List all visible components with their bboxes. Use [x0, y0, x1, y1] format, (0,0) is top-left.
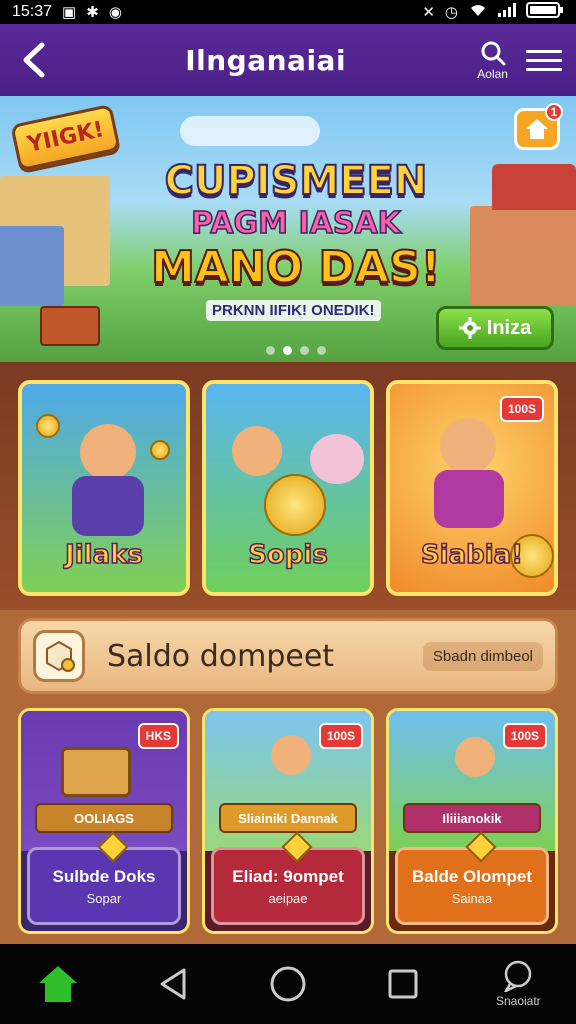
assistant-label: Snaoiatr [495, 994, 541, 1008]
character-illustration [232, 426, 282, 476]
gear-icon [458, 317, 481, 339]
wallet-cards-section: HKS OOLIAGS Sulbde Doks Sopar 100S Sliai… [0, 700, 576, 944]
alarm-icon: ◷ [444, 4, 458, 21]
status-bar: 15:37 ▣ ✱ ◉ ✕ ◷ [0, 0, 576, 24]
wallet-card-chip: 100S [502, 723, 547, 749]
status-time: 15:37 [12, 3, 53, 20]
hero-title-line1: CUPISMEEN [164, 157, 429, 205]
wallet-card-title: Balde Olompet [412, 866, 532, 886]
wallet-card-chip: 100S [318, 723, 363, 749]
image-notification-icon: ▣ [62, 4, 77, 21]
search-label: Aolan [477, 67, 508, 81]
page-title: Ilnganaiai [185, 43, 347, 77]
wallet-balance-bar[interactable]: Saldo dompeet Sbadn dimbeol [18, 618, 558, 694]
signal-icon [498, 3, 516, 21]
wallet-card-title: Sulbde Doks [52, 866, 156, 886]
wallet-card-ribbon: Sliainiki Dannak [219, 803, 357, 833]
game-card-3[interactable]: 100S Siabia! [386, 380, 558, 596]
wallet-card-ribbon: Iliiianokik [403, 803, 541, 833]
battery-icon [526, 2, 564, 22]
circle-home-icon [270, 966, 306, 1002]
nav-back-button[interactable] [133, 954, 213, 1014]
wallet-icon [33, 630, 85, 682]
game-card-chip: 100S [499, 396, 544, 422]
carousel-indicator [0, 346, 576, 355]
carousel-dot[interactable] [317, 346, 326, 355]
cloud-illustration [180, 116, 320, 146]
coin-icon [264, 474, 326, 536]
assistant-button[interactable]: Snaoiatr [478, 954, 558, 1014]
game-card-1[interactable]: Jilaks [18, 380, 190, 596]
wallet-card-1[interactable]: HKS OOLIAGS Sulbde Doks Sopar [18, 708, 190, 934]
back-button[interactable] [14, 40, 54, 80]
wallet-card-subtitle: Sainaa [451, 890, 493, 906]
character-body [72, 476, 144, 536]
crate-illustration [40, 306, 100, 346]
coin-icon [150, 440, 170, 460]
hero-cta-button[interactable]: Iniza [436, 306, 554, 350]
character-illustration [440, 418, 496, 474]
character-illustration [271, 735, 311, 775]
character-illustration [80, 424, 136, 480]
mute-icon: ✕ [422, 4, 435, 21]
carousel-dot[interactable] [283, 346, 292, 355]
nav-recents-button[interactable] [363, 954, 443, 1014]
square-recents-icon [388, 969, 418, 999]
wallet-title: Saldo dompeet [107, 638, 335, 674]
game-card-label: Siabia! [420, 539, 524, 571]
wallet-card-chip: HKS [137, 723, 179, 749]
hero-notification-button[interactable]: 1 [514, 103, 563, 150]
carousel-dot[interactable] [300, 346, 309, 355]
search-icon [481, 41, 506, 66]
chevron-left-icon [23, 42, 45, 78]
wallet-card-panel: Eliad: 9ompet aeipae [211, 831, 365, 925]
search-button[interactable]: Aolan [477, 39, 508, 81]
wallet-card-subtitle: Sopar [86, 890, 122, 906]
hero-subtitle: PRKNN IIFIK! ONEDIK! [206, 300, 381, 321]
game-card-label: Jilaks [64, 539, 143, 571]
wallet-balance-value: Sbadn dimbeol [422, 641, 543, 671]
pig-illustration [310, 434, 364, 484]
wallet-card-subtitle: aeipae [268, 890, 308, 906]
wallet-card-ribbon: OOLIAGS [35, 803, 173, 833]
app-notification-icon: ◉ [108, 4, 122, 21]
notification-badge: 1 [545, 103, 563, 121]
hero-banner[interactable]: YIIGK! 1 CUPISMEEN PAGM IASAK MANO DAS! … [0, 96, 576, 376]
carousel-dot[interactable] [266, 346, 275, 355]
nav-home-circle-button[interactable] [248, 954, 328, 1014]
character-body [434, 470, 504, 528]
wallet-card-panel: Sulbde Doks Sopar [27, 831, 181, 925]
home-button[interactable] [18, 954, 98, 1014]
treasure-box-illustration [61, 747, 131, 797]
menu-button[interactable] [525, 42, 562, 78]
hero-title-line3: MANO DAS! [150, 241, 442, 294]
wallet-card-2[interactable]: 100S Sliainiki Dannak Eliad: 9ompet aeip… [202, 708, 374, 934]
game-card-2[interactable]: Sopis [202, 380, 374, 596]
wifi-icon [468, 2, 488, 22]
hero-title-line2: PAGM IASAK [190, 205, 401, 242]
wallet-section: Saldo dompeet Sbadn dimbeol [0, 610, 576, 700]
app-bar: Ilnganaiai Aolan [0, 24, 576, 96]
triangle-back-icon [160, 968, 186, 1000]
coin-icon [36, 414, 60, 438]
wallet-card-title: Eliad: 9ompet [232, 866, 344, 886]
home-icon [38, 966, 77, 1002]
hero-cta-label: Iniza [486, 316, 532, 339]
system-nav-bar: Snaoiatr [0, 944, 576, 1024]
wallet-card-3[interactable]: 100S Iliiianokik Balde Olompet Sainaa [386, 708, 558, 934]
chat-bubble-icon [504, 960, 532, 992]
game-card-label: Sopis [247, 539, 328, 571]
house-bell-icon [526, 119, 548, 139]
settings-notification-icon: ✱ [86, 4, 99, 21]
character-illustration [455, 737, 495, 777]
game-cards-section: Jilaks Sopis 100S Siabia! [0, 362, 576, 610]
wallet-card-panel: Balde Olompet Sainaa [395, 831, 549, 925]
